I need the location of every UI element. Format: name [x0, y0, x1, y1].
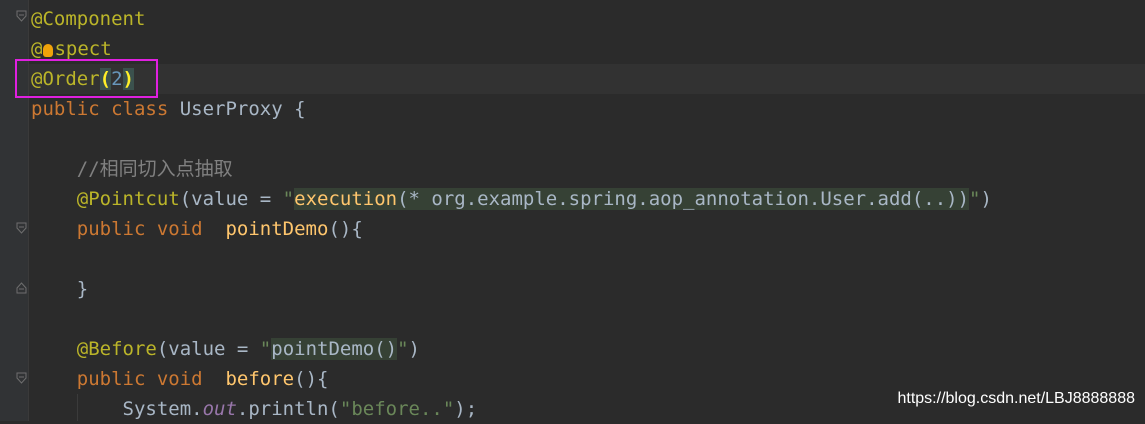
- code-line[interactable]: public void pointDemo(){: [31, 214, 1145, 244]
- code-text: System.: [122, 398, 203, 420]
- code-text: (){: [294, 368, 329, 390]
- code-text: (* org.example.spring.aop_annotation.Use…: [397, 188, 970, 210]
- code-line[interactable]: [31, 124, 1145, 154]
- comment: //相同切入点抽取: [76, 158, 233, 180]
- code-line[interactable]: }: [31, 274, 1145, 304]
- fold-marker-icon[interactable]: [16, 222, 27, 234]
- fold-end-marker-icon[interactable]: [16, 282, 27, 294]
- injected-expression: execution(* org.example.spring.aop_annot…: [294, 188, 970, 210]
- string-quote: ": [969, 188, 981, 210]
- code-line[interactable]: [31, 304, 1145, 334]
- function-name: execution: [294, 188, 398, 210]
- code-text: ): [408, 338, 420, 360]
- watermark: https://blog.csdn.net/LBJ8888888: [897, 390, 1135, 407]
- code-line[interactable]: //相同切入点抽取: [31, 154, 1145, 184]
- lightbulb-icon[interactable]: [43, 44, 54, 57]
- injected-expression: pointDemo(): [271, 338, 398, 360]
- method-name: pointDemo: [225, 218, 329, 240]
- static-field: out: [202, 398, 237, 420]
- code-text: );: [454, 398, 478, 420]
- code-line[interactable]: public class UserProxy {: [31, 94, 1145, 124]
- code-line[interactable]: [31, 244, 1145, 274]
- string-literal: "before..": [339, 398, 455, 420]
- annotation-at: @: [31, 38, 43, 60]
- keyword: public void: [76, 218, 226, 240]
- code-line[interactable]: @Pointcut(value = "execution(* org.examp…: [31, 184, 1145, 214]
- code-line[interactable]: @Before(value = "pointDemo()"): [31, 334, 1145, 364]
- annotation: @Before: [76, 338, 157, 360]
- code-editor[interactable]: @Component @ spect @Order(2) public class…: [31, 4, 1145, 424]
- code-text: (value =: [156, 338, 260, 360]
- annotation: @Pointcut: [76, 188, 180, 210]
- code-line[interactable]: @ spect: [31, 34, 1145, 64]
- code-text: .println(: [236, 398, 340, 420]
- annotation: spect: [54, 38, 112, 60]
- method-name: before: [225, 368, 295, 390]
- annotation: @Component: [31, 8, 146, 30]
- code-text: (value =: [179, 188, 283, 210]
- string-quote: ": [259, 338, 272, 360]
- class-name: UserProxy {: [179, 98, 306, 120]
- code-text: }: [76, 278, 89, 300]
- string-quote: ": [282, 188, 295, 210]
- string-quote: ": [397, 338, 409, 360]
- keyword: public void: [76, 368, 226, 390]
- code-line[interactable]: @Order(2): [31, 64, 1145, 94]
- code-text: ): [980, 188, 992, 210]
- fold-marker-icon[interactable]: [16, 372, 27, 384]
- highlight-annotation-box: [15, 59, 158, 98]
- code-line[interactable]: @Component: [31, 4, 1145, 34]
- keyword: public class: [31, 98, 180, 120]
- code-text: (){: [328, 218, 363, 240]
- fold-marker-icon[interactable]: [16, 10, 27, 22]
